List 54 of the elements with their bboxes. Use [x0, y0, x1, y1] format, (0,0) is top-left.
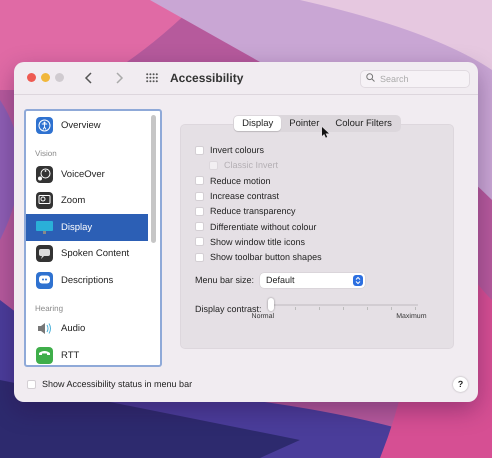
sidebar-item[interactable]: RTT	[26, 342, 148, 365]
phone-icon	[36, 346, 53, 364]
forward-icon[interactable]	[115, 72, 124, 84]
sidebar-item[interactable]: Zoom	[26, 188, 148, 214]
field-label: Menu bar size:	[195, 275, 254, 286]
sidebar-item[interactable]: VoiceOver	[26, 161, 148, 188]
scrollbar[interactable]	[151, 114, 156, 243]
section-heading: Hearing	[34, 302, 64, 315]
option-label: Increase contrast	[210, 191, 280, 202]
speech-bubble-icon	[36, 245, 53, 262]
contrast-slider[interactable]	[268, 298, 418, 312]
tab[interactable]: Pointer	[281, 116, 328, 131]
option-label: Show window title icons	[210, 236, 306, 247]
option-label: Invert colours	[210, 145, 264, 156]
sidebar-item[interactable]: Spoken Content	[26, 240, 148, 268]
menu-bar-size-dropdown[interactable]: Default	[260, 272, 366, 288]
checkbox[interactable]	[195, 237, 204, 246]
back-icon[interactable]	[84, 72, 93, 84]
sidebar-item[interactable]: Display	[26, 214, 148, 241]
field-label: Display contrast:	[195, 304, 262, 314]
search-icon	[366, 73, 375, 82]
stepper-icon	[353, 274, 364, 286]
search-field[interactable]: Search	[360, 70, 470, 88]
sidebar-item[interactable]: Overview	[26, 112, 148, 140]
option-label: Show toolbar button shapes	[210, 252, 322, 262]
zoom-button[interactable]	[55, 73, 64, 82]
option-label: Reduce motion	[210, 176, 271, 186]
checkbox[interactable]	[27, 380, 36, 389]
window-title: Accessibility	[170, 70, 244, 85]
monitor-icon	[36, 218, 53, 236]
speech-bubble-icon	[36, 272, 53, 289]
option-label: Reduce transparency	[210, 206, 296, 216]
checkbox[interactable]	[195, 146, 204, 155]
section-heading: Vision	[34, 148, 58, 160]
minimize-button[interactable]	[41, 73, 50, 82]
sidebar-item[interactable]: Descriptions	[26, 267, 148, 294]
figure-icon	[36, 166, 53, 183]
checkbox[interactable]	[195, 206, 204, 216]
checkbox[interactable]	[195, 252, 204, 262]
slider-thumb[interactable]	[268, 298, 274, 311]
checkbox[interactable]	[195, 192, 204, 201]
option-label: Differentiate without colour	[210, 222, 316, 232]
tab[interactable]: Colour Filters	[327, 116, 400, 131]
checkbox[interactable]	[195, 176, 204, 186]
option-label: Show Accessibility status in menu bar	[42, 379, 192, 390]
tab[interactable]: Display	[234, 116, 282, 131]
help-button[interactable]: ?	[453, 376, 468, 392]
checkbox[interactable]	[195, 222, 204, 232]
close-button[interactable]	[27, 73, 36, 82]
sidebar-item[interactable]: Audio	[26, 316, 148, 342]
grid-icon[interactable]	[146, 72, 158, 83]
accessibility-icon	[36, 117, 53, 134]
pointer-icon	[322, 126, 329, 138]
magnifier-icon	[36, 192, 53, 210]
